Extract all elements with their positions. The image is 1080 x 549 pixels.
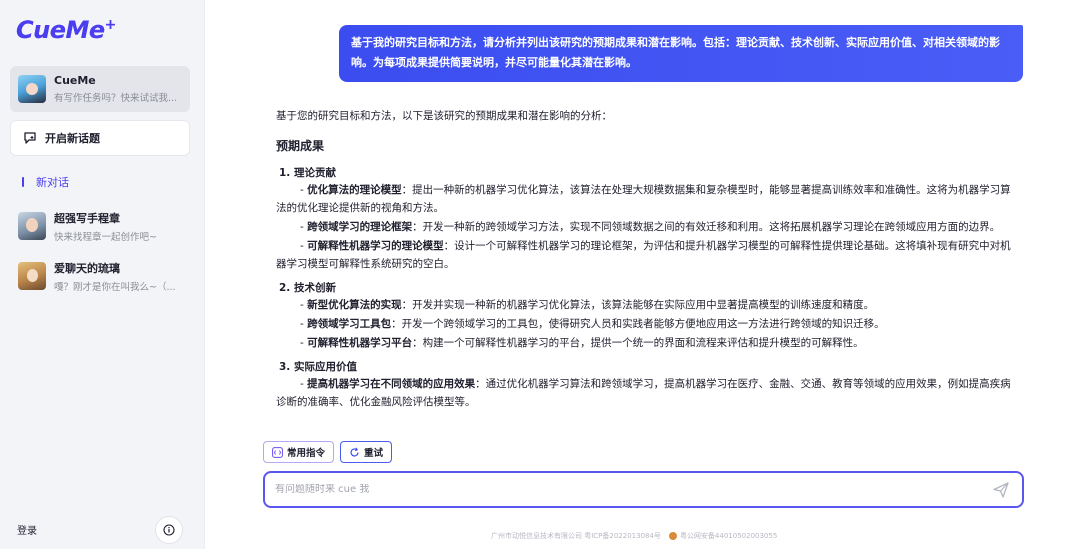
list-item: - 新型优化算法的实现：开发并实现一种新的机器学习优化算法，该算法能够在实际应用… bbox=[300, 299, 875, 311]
footer: 广州市动悦信息技术有限公司 粤ICP备2022013084号 粤公网安备4401… bbox=[491, 531, 777, 541]
section-title: 2. 技术创新 bbox=[279, 282, 336, 294]
list-item: - 可解释性机器学习的理论模型：设计一个可解释性机器学习的理论框架，为评估和提升… bbox=[276, 240, 1011, 270]
footer-police[interactable]: 粤公网安备44010502003055 bbox=[680, 531, 777, 541]
tool-row: 常用指令 重试 bbox=[263, 441, 398, 463]
chat-title: 爱聊天的琉璃 bbox=[54, 261, 120, 275]
list-item: - 跨领域学习的理论框架：开发一种新的跨领域学习方法，实现不同领域数据之间的有效… bbox=[300, 221, 1001, 233]
avatar bbox=[18, 262, 46, 290]
chat-title: 超强写手程章 bbox=[54, 211, 120, 225]
police-badge-icon bbox=[668, 532, 677, 540]
footer-icp[interactable]: 广州市动悦信息技术有限公司 粤ICP备2022013084号 bbox=[491, 531, 661, 541]
info-icon bbox=[163, 524, 175, 536]
command-icon bbox=[272, 446, 283, 458]
reply-heading: 预期成果 bbox=[276, 139, 325, 153]
active-indicator bbox=[22, 177, 24, 187]
message-input[interactable] bbox=[275, 484, 990, 495]
refresh-icon bbox=[350, 447, 359, 456]
chat-subtitle: 嘎？刚才是你在叫我么~（... bbox=[54, 281, 176, 293]
chat-title: CueMe bbox=[54, 74, 96, 87]
message-input-box[interactable] bbox=[263, 471, 1024, 508]
commands-label: 常用指令 bbox=[287, 448, 326, 459]
assistant-reply: 基于您的研究目标和方法，以下是该研究的预期成果和潜在影响的分析： 预期成果 1.… bbox=[264, 97, 1024, 432]
send-button[interactable] bbox=[990, 479, 1012, 501]
sidebar: CueMe+ CueMe 有写作任务吗？快来试试我... 开启新话题 新对话 超… bbox=[0, 0, 205, 549]
user-message-bubble: 基于我的研究目标和方法，请分析并列出该研究的预期成果和潜在影响。包括：理论贡献、… bbox=[339, 25, 1023, 82]
section-title: 3. 实际应用价值 bbox=[279, 361, 357, 373]
avatar bbox=[18, 212, 46, 240]
reply-section: 1. 理论贡献 - 优化算法的理论模型：提出一种新的机器学习优化算法，该算法在处… bbox=[276, 166, 1012, 273]
list-item: - 提高机器学习在不同领域的应用效果：通过优化机器学习算法和跨领域学习，提高机器… bbox=[276, 378, 1011, 408]
app-logo[interactable]: CueMe+ bbox=[16, 16, 116, 44]
section-new-chat[interactable]: 新对话 bbox=[22, 174, 69, 190]
common-commands-button[interactable]: 常用指令 bbox=[263, 441, 335, 463]
retry-label: 重试 bbox=[364, 448, 384, 459]
list-item: - 优化算法的理论模型：提出一种新的机器学习优化算法，该算法在处理大规模数据集和… bbox=[276, 184, 1011, 214]
send-icon bbox=[993, 481, 1009, 498]
login-link[interactable]: 登录 bbox=[17, 522, 37, 537]
reply-section: 2. 技术创新 - 新型优化算法的实现：开发并实现一种新的机器学习优化算法，该算… bbox=[276, 281, 1012, 352]
chat-item-cueme[interactable]: CueMe 有写作任务吗？快来试试我... bbox=[10, 66, 190, 112]
retry-button[interactable]: 重试 bbox=[340, 441, 393, 463]
main-panel: 基于我的研究目标和方法，请分析并列出该研究的预期成果和潜在影响。包括：理论贡献、… bbox=[206, 0, 1080, 549]
section-label-text: 新对话 bbox=[36, 176, 69, 189]
reply-section: 3. 实际应用价值 - 提高机器学习在不同领域的应用效果：通过优化机器学习算法和… bbox=[276, 360, 1012, 411]
list-item: - 可解释性机器学习平台：构建一个可解释性机器学习的平台，提供一个统一的界面和流… bbox=[300, 337, 864, 349]
info-button[interactable] bbox=[155, 516, 183, 544]
chat-item-liuli[interactable]: 爱聊天的琉璃 嘎？刚才是你在叫我么~（... bbox=[10, 253, 190, 299]
new-chat-icon bbox=[24, 132, 36, 144]
avatar bbox=[18, 75, 46, 103]
list-item: - 跨领域学习工具包：开发一个跨领域学习的工具包，使得研究人员和实践者能够方便地… bbox=[300, 318, 885, 330]
chat-subtitle: 有写作任务吗？快来试试我... bbox=[54, 93, 178, 104]
chat-subtitle: 快来找程章一起创作吧~ bbox=[54, 231, 157, 243]
chat-item-chengzhang[interactable]: 超强写手程章 快来找程章一起创作吧~ bbox=[10, 203, 190, 249]
section-title: 1. 理论贡献 bbox=[279, 167, 336, 179]
new-chat-button[interactable]: 开启新话题 bbox=[10, 120, 190, 156]
new-chat-label: 开启新话题 bbox=[45, 132, 100, 145]
reply-intro: 基于您的研究目标和方法，以下是该研究的预期成果和潜在影响的分析： bbox=[276, 110, 612, 122]
